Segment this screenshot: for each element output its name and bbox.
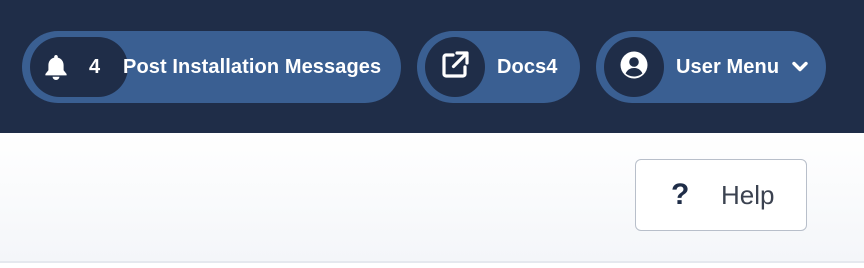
docs-label: Docs4 <box>497 56 558 78</box>
user-circle-icon <box>620 51 648 84</box>
top-header-bar: 4 Post Installation Messages Docs4 User … <box>0 0 864 133</box>
question-mark-icon: ? <box>671 178 690 211</box>
help-button[interactable]: ? Help <box>635 159 807 231</box>
post-installation-messages-label: Post Installation Messages <box>123 56 382 78</box>
messages-count-badge: 4 <box>30 37 128 97</box>
bell-icon <box>45 55 67 85</box>
docs-button[interactable]: Docs4 <box>417 31 580 103</box>
external-link-icon <box>441 50 469 84</box>
messages-count: 4 <box>89 56 101 78</box>
user-menu-button[interactable]: User Menu <box>596 31 826 103</box>
chevron-down-icon <box>792 60 808 78</box>
user-menu-label: User Menu <box>676 56 780 78</box>
user-avatar <box>604 37 664 97</box>
post-installation-messages-button[interactable]: 4 Post Installation Messages <box>22 31 401 103</box>
help-label: Help <box>721 180 775 210</box>
docs-icon-circle <box>425 37 485 97</box>
